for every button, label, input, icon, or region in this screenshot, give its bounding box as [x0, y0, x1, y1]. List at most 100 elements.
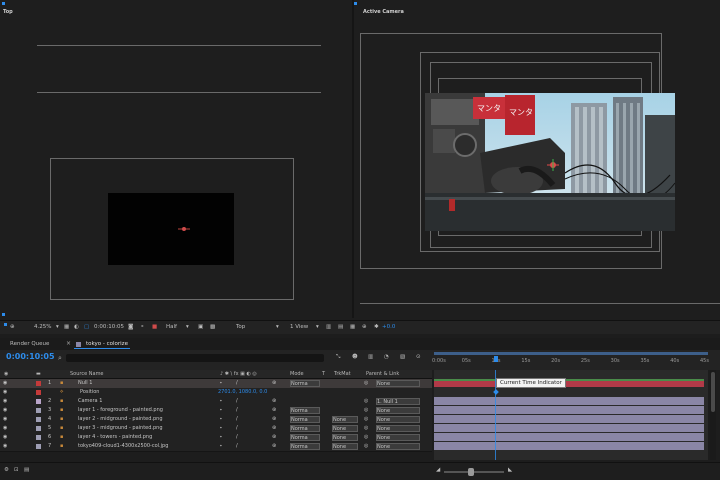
layer-name[interactable]: layer 2 - midground - painted.png [78, 416, 163, 422]
layer-3d-icon[interactable]: ⊛ [272, 443, 276, 449]
mode-dropdown[interactable]: Norma [290, 443, 320, 450]
active-camera-view[interactable]: Active Camera マンタ マンタ [354, 0, 720, 318]
trkmat-dropdown[interactable]: None [332, 416, 358, 423]
mode-dropdown[interactable]: Norma [290, 416, 320, 423]
parent-dropdown[interactable]: 1. Null 1 [376, 398, 420, 405]
views-layout-dropdown[interactable]: 1 View [290, 324, 308, 330]
chevron-down-icon[interactable]: ▾ [276, 324, 279, 330]
layer-switch-icon[interactable]: ⬩ [220, 407, 222, 413]
layer-switch-icon[interactable]: ⬩ [220, 380, 222, 386]
layer-3d-icon[interactable]: ⊛ [272, 398, 276, 404]
layer-switch-icon[interactable]: / [236, 407, 238, 413]
layer-switch-icon[interactable]: ⬩ [220, 425, 222, 431]
zoom-in-icon[interactable]: ◣ [508, 467, 512, 473]
visibility-eye-icon[interactable]: ◉ [3, 416, 7, 422]
column-parent[interactable]: Parent & Link [366, 371, 399, 377]
label-color-swatch[interactable] [36, 399, 41, 404]
parent-dropdown[interactable]: None [376, 425, 420, 432]
chevron-down-icon[interactable]: ▾ [316, 324, 319, 330]
visibility-eye-icon[interactable]: ◉ [3, 380, 7, 386]
layer-switch-icon[interactable]: / [236, 434, 238, 440]
flowchart-icon[interactable]: ⊙ [416, 354, 421, 360]
visibility-eye-icon[interactable]: ◉ [3, 443, 7, 449]
comp-flowchart-icon[interactable]: ⊕ [362, 324, 367, 330]
visibility-eye-icon[interactable]: ◉ [3, 434, 7, 440]
layer-3d-icon[interactable]: ⊛ [272, 434, 276, 440]
color-channel-icon[interactable]: ■ [152, 324, 157, 330]
parent-pickwhip-icon[interactable]: ◎ [364, 443, 368, 449]
motion-blur-icon[interactable]: ◔ [384, 354, 389, 360]
layer-switch-icon[interactable]: ⬩ [220, 443, 222, 449]
layer-name[interactable]: layer 1 - foreground - painted.png [78, 407, 163, 413]
layer-switch-icon[interactable]: ⬩ [220, 416, 222, 422]
visibility-eye-icon[interactable]: ◉ [3, 425, 7, 431]
layer-name[interactable]: Camera 1 [78, 398, 102, 404]
scrollbar-thumb[interactable] [711, 372, 715, 412]
channel-icon[interactable]: ⚬ [140, 324, 145, 330]
zoom-slider-track[interactable] [444, 471, 504, 473]
graph-editor-icon[interactable]: ▧ [400, 354, 405, 360]
parent-pickwhip-icon[interactable]: ◎ [364, 434, 368, 440]
zoom-dropdown[interactable]: 4.25% [34, 324, 51, 330]
layer-3d-icon[interactable]: ⊛ [272, 380, 276, 386]
frame-blend-icon[interactable]: ▥ [368, 354, 373, 360]
parent-pickwhip-icon[interactable]: ◎ [364, 380, 368, 386]
parent-pickwhip-icon[interactable]: ◎ [364, 398, 368, 404]
tab-render-queue[interactable]: Render Queue [10, 341, 49, 347]
camera-track-bar[interactable] [434, 397, 704, 405]
time-ruler[interactable]: 0:00s05s10s15s20s25s30s35s40s45s [432, 350, 709, 370]
layer-name[interactable]: Null 1 [78, 380, 92, 386]
current-time-display[interactable]: 0:00:10:05 [6, 352, 55, 361]
trkmat-dropdown[interactable]: None [332, 434, 358, 441]
column-mode[interactable]: Mode [290, 371, 304, 377]
zoom-slider-handle[interactable] [468, 468, 474, 476]
layer-3d-icon[interactable]: ⊛ [272, 407, 276, 413]
mode-dropdown[interactable]: Norma [290, 407, 320, 414]
column-trkmat[interactable]: TrkMat [334, 371, 351, 377]
label-color-swatch[interactable] [36, 408, 41, 413]
chevron-down-icon[interactable]: ▾ [186, 324, 189, 330]
parent-pickwhip-icon[interactable]: ◎ [364, 416, 368, 422]
property-value[interactable]: 2701.0, 1080.0, 0.0 [218, 389, 267, 395]
region-icon[interactable]: ▣ [198, 324, 203, 330]
label-color-swatch[interactable] [36, 381, 41, 386]
label-color-swatch[interactable] [36, 444, 41, 449]
shy-icon[interactable]: ☻ [352, 354, 358, 360]
layer-switch-icon[interactable]: / [236, 443, 238, 449]
layer-3d-icon[interactable]: ⊛ [272, 416, 276, 422]
layer-track-bar[interactable] [434, 424, 704, 432]
trkmat-dropdown[interactable]: None [332, 425, 358, 432]
parent-dropdown[interactable]: None [376, 416, 420, 423]
draft-3d-icon[interactable]: ⤡ [336, 354, 340, 361]
expand-icon[interactable]: ⊡ [14, 467, 19, 473]
column-source-name[interactable]: Source Name [70, 371, 104, 377]
zoom-out-icon[interactable]: ◢ [436, 467, 440, 473]
chevron-down-icon[interactable]: ▾ [56, 324, 59, 330]
3d-view-dropdown[interactable]: Top [236, 324, 245, 330]
visibility-eye-icon[interactable]: ◉ [3, 407, 7, 413]
layer-track-bar[interactable] [434, 415, 704, 423]
layer-track-bar[interactable] [434, 406, 704, 414]
null-track-bar[interactable] [434, 379, 704, 387]
label-color-swatch[interactable] [36, 390, 41, 395]
layer-switch-icon[interactable]: ⬩ [220, 398, 222, 404]
toggle-pixel-icon[interactable]: ▥ [326, 324, 331, 330]
layer-name[interactable]: layer 3 - midground - painted.png [78, 425, 163, 431]
parent-pickwhip-icon[interactable]: ◎ [364, 425, 368, 431]
parent-pickwhip-icon[interactable]: ◎ [364, 407, 368, 413]
parent-dropdown[interactable]: None [376, 434, 420, 441]
parent-dropdown[interactable]: None [376, 443, 420, 450]
layer-switch-icon[interactable]: / [236, 398, 238, 404]
label-color-swatch[interactable] [36, 417, 41, 422]
layer-name[interactable]: layer 4 - towers - painted.png [78, 434, 152, 440]
parent-dropdown[interactable]: None [376, 380, 420, 387]
tab-comp[interactable]: tokyo - colorize [86, 341, 128, 347]
magnify-icon[interactable]: ⊕ [10, 324, 15, 330]
close-icon[interactable]: × [66, 340, 71, 347]
layer-track-bar[interactable] [434, 433, 704, 441]
mode-dropdown[interactable]: Norma [290, 434, 320, 441]
mask-icon[interactable]: ◐ [74, 324, 79, 330]
visibility-eye-icon[interactable]: ◉ [3, 398, 7, 404]
fast-preview-icon[interactable]: ▤ [338, 324, 343, 330]
layer-row[interactable]: ◉ 7 ▪ tokyo409-cloud1-4300x2500-col.jpg ⬩ / ⊛ N… [0, 442, 432, 452]
